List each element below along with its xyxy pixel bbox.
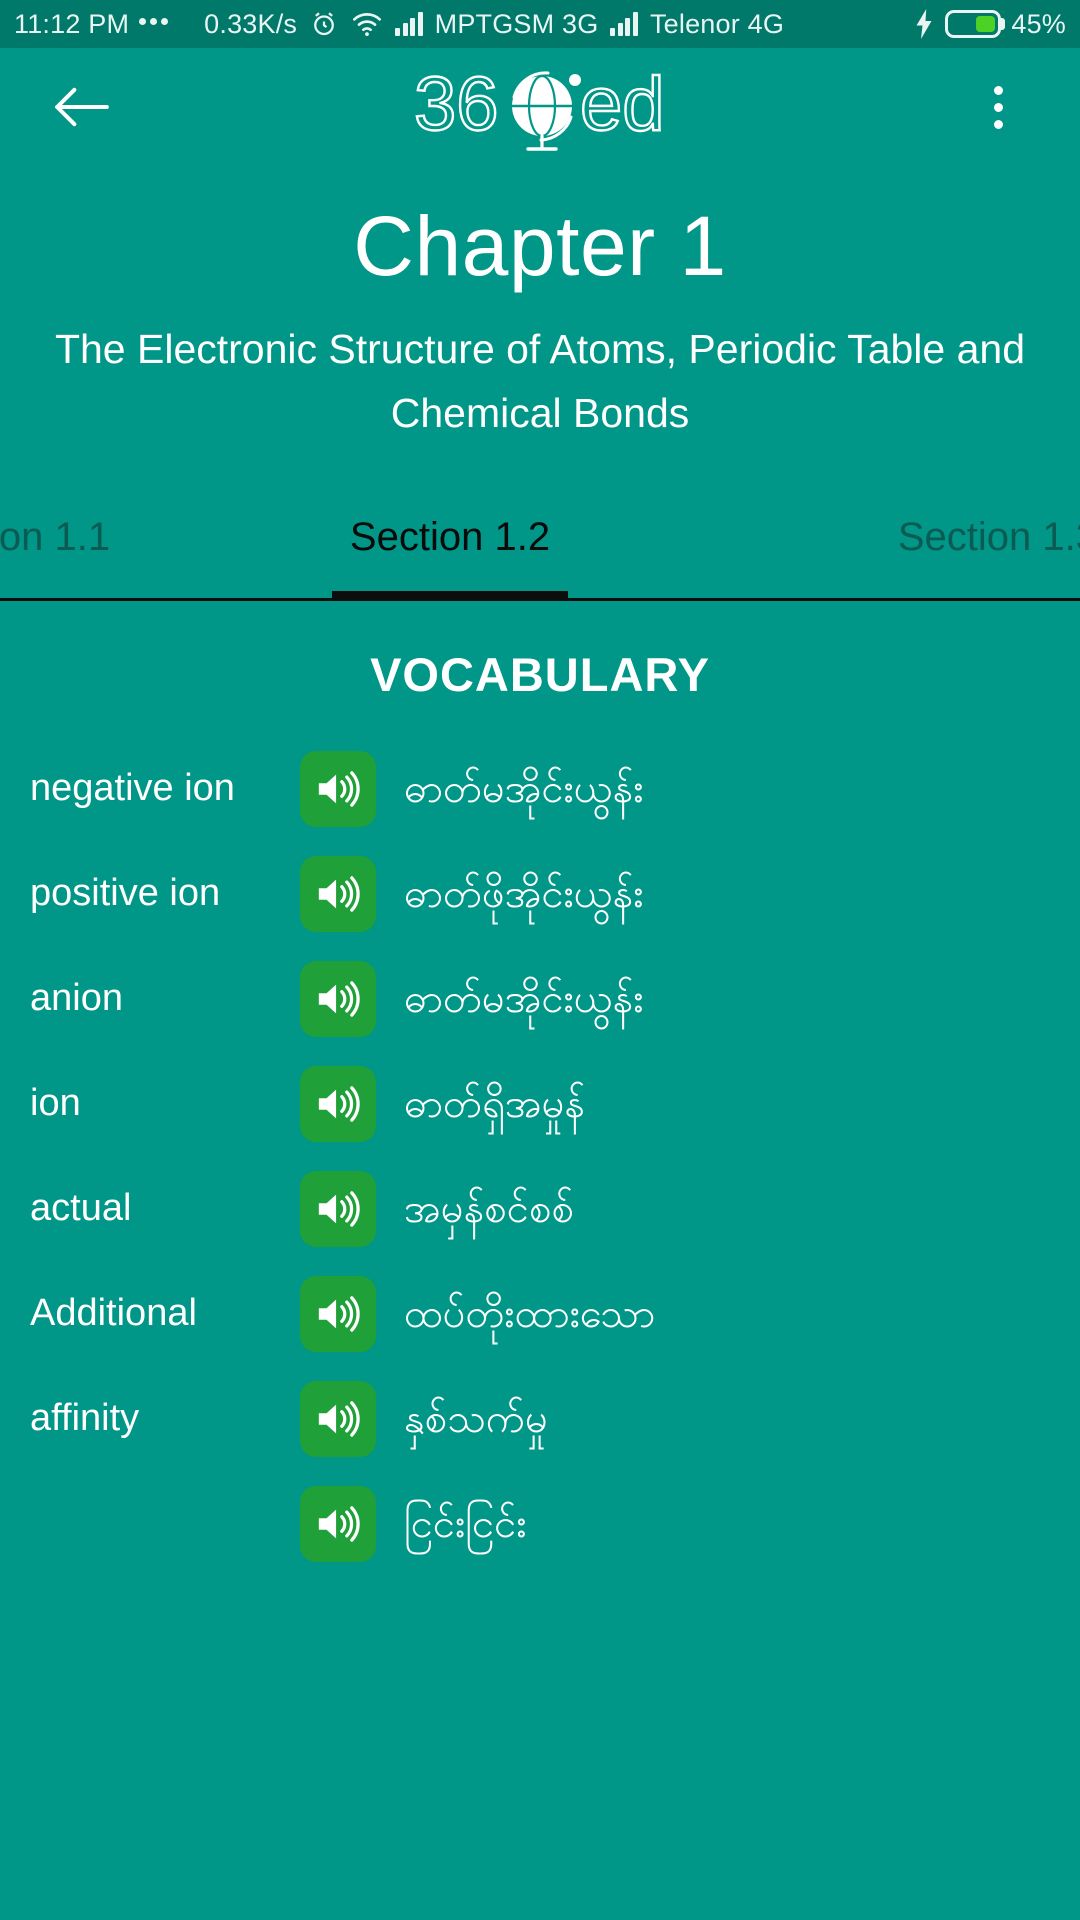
svg-text:ed: ed xyxy=(580,62,665,147)
app-bar: 36 ed xyxy=(0,48,1080,166)
vocab-translation: ဓာတ်ဖိုအိုင်းယွန်း xyxy=(404,871,644,916)
sim2-carrier-label: Telenor 4G xyxy=(649,8,785,39)
list-item[interactable]: negative ion ဓာတ်မအိုင်းယွန်း xyxy=(0,736,1080,841)
vocab-term: ion xyxy=(30,1082,81,1125)
play-audio-button[interactable] xyxy=(300,855,376,932)
battery-percent-label: 45% xyxy=(1011,8,1066,39)
vocab-translation: နှစ်သက်မှု xyxy=(404,1396,548,1441)
speaker-volume-icon xyxy=(318,981,360,1017)
status-bar: 11:12 PM 0.33K/s MPTGSM 3G Telenor 4G 45… xyxy=(0,0,1080,48)
tab-label: Section 1.2 xyxy=(349,515,551,560)
status-bar-left: 11:12 PM xyxy=(14,8,169,40)
list-item[interactable]: Additional ထပ်တိုးထားသော xyxy=(0,1261,1080,1366)
section-tab-bar: Section 1.1 Section 1.2 Section 1.3 xyxy=(0,493,1080,602)
vocabulary-list: negative ion ဓာတ်မအိုင်းယွန်း positive i… xyxy=(0,736,1080,1576)
lightning-bolt-icon xyxy=(913,9,935,39)
play-audio-button[interactable] xyxy=(300,960,376,1037)
list-item[interactable]: anion ဓာတ်မအိုင်းယွန်း xyxy=(0,946,1080,1051)
vocab-translation: အမှန်စင်စစ် xyxy=(404,1186,574,1231)
overflow-menu-button[interactable] xyxy=(962,71,1034,143)
sim2-signal-bars-icon xyxy=(610,12,638,36)
tab-section-1-3[interactable]: Section 1.3 xyxy=(666,493,1080,598)
more-vertical-icon xyxy=(993,85,1003,129)
clock-time: 11:12 PM xyxy=(14,8,130,39)
logo-360ed: 36 ed xyxy=(414,62,666,151)
vocab-term: Additional xyxy=(30,1292,197,1335)
vocabulary-heading: VOCABULARY xyxy=(370,648,710,702)
play-audio-button[interactable] xyxy=(300,1170,376,1247)
speaker-volume-icon xyxy=(318,1401,360,1437)
tab-section-1-2[interactable]: Section 1.2 xyxy=(234,493,666,598)
status-bar-right: 45% xyxy=(913,9,1066,40)
chapter-header: Chapter 1 The Electronic Structure of At… xyxy=(0,166,1080,445)
vocab-term: affinity xyxy=(30,1397,140,1440)
vocab-translation: ဓာတ်မအိုင်းယွန်း xyxy=(404,766,644,811)
play-audio-button[interactable] xyxy=(300,1065,376,1142)
speaker-volume-icon xyxy=(318,1086,360,1122)
phone-screen: 11:12 PM 0.33K/s MPTGSM 3G Telenor 4G 45… xyxy=(0,0,1080,1920)
chapter-subtitle: The Electronic Structure of Atoms, Perio… xyxy=(54,326,1026,436)
tab-label: Section 1.1 xyxy=(0,515,111,560)
vocab-term: positive ion xyxy=(30,872,221,915)
alarm-clock-icon xyxy=(309,9,339,39)
play-audio-button[interactable] xyxy=(300,1275,376,1352)
vocab-term: anion xyxy=(30,977,123,1020)
vocab-translation: ဓာတ်မအိုင်းယွန်း xyxy=(404,976,644,1021)
speaker-volume-icon xyxy=(318,1191,360,1227)
wifi-icon xyxy=(351,10,383,38)
back-button[interactable] xyxy=(46,71,118,143)
play-audio-button[interactable] xyxy=(300,1380,376,1457)
speaker-volume-icon xyxy=(318,1296,360,1332)
svg-text:36: 36 xyxy=(414,62,499,147)
vocabulary-panel[interactable]: VOCABULARY negative ion ဓာတ်မအိုင်းယွန်း… xyxy=(0,601,1080,1920)
app-logo: 36 ed xyxy=(118,62,962,152)
speaker-volume-icon xyxy=(318,771,360,807)
vocab-translation: ထပ်တိုးထားသော xyxy=(404,1291,656,1336)
sim1-carrier-label: MPTGSM 3G xyxy=(434,8,599,39)
speaker-volume-icon xyxy=(318,876,360,912)
more-dots-icon xyxy=(139,18,169,30)
vocab-translation: ငြင်းငြင်း xyxy=(404,1501,527,1546)
vocab-term: actual xyxy=(30,1187,132,1230)
play-audio-button[interactable] xyxy=(300,1485,376,1562)
list-item[interactable]: actual အမှန်စင်စစ် xyxy=(0,1156,1080,1261)
tab-section-1-1[interactable]: Section 1.1 xyxy=(0,493,234,598)
back-arrow-icon xyxy=(55,87,109,127)
page-title: Chapter 1 xyxy=(353,199,727,293)
speaker-volume-icon xyxy=(318,1506,360,1542)
list-item[interactable]: ငြင်းငြင်း xyxy=(0,1471,1080,1576)
play-audio-button[interactable] xyxy=(300,750,376,827)
battery-icon xyxy=(945,10,1002,38)
network-speed-text: 0.33K/s xyxy=(204,8,298,39)
sim1-signal-bars-icon xyxy=(395,12,423,36)
tab-label: Section 1.3 xyxy=(897,515,1080,560)
list-item[interactable]: positive ion ဓာတ်ဖိုအိုင်းယွန်း xyxy=(0,841,1080,946)
status-bar-middle: 0.33K/s MPTGSM 3G Telenor 4G xyxy=(204,9,784,40)
list-item[interactable]: ion ဓာတ်ရှိအမှုန် xyxy=(0,1051,1080,1156)
vocab-term: negative ion xyxy=(30,767,235,810)
list-item[interactable]: affinity နှစ်သက်မှု xyxy=(0,1366,1080,1471)
vocab-translation: ဓာတ်ရှိအမှုန် xyxy=(404,1081,586,1126)
